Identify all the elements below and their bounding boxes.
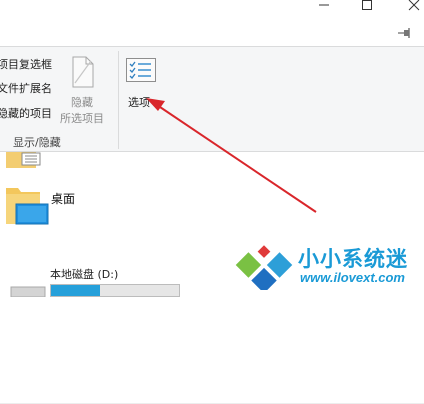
title-bar (0, 0, 424, 20)
minimize-icon (319, 4, 329, 6)
close-button[interactable] (404, 0, 424, 12)
drive-usage-bar (50, 284, 180, 297)
minimize-button[interactable] (314, 0, 334, 12)
desktop-label: 桌面 (51, 192, 76, 206)
options-checklist-icon (126, 58, 156, 82)
watermark-url: www.ilovext.com (300, 270, 405, 285)
hidden-items-option[interactable]: 隐藏的项目 (0, 107, 52, 121)
pin-ribbon-icon[interactable] (398, 28, 412, 38)
close-icon (408, 0, 420, 11)
hide-label-line1: 隐藏 (71, 96, 93, 109)
watermark-logo-icon (235, 238, 293, 290)
show-hide-group-label: 显示/隐藏 (13, 136, 61, 149)
folder-icon (6, 152, 41, 168)
file-extensions-option[interactable]: 文件扩展名 (0, 82, 52, 96)
options-label: 选项 (128, 96, 150, 109)
hide-label-line2: 所选项目 (60, 112, 104, 125)
watermark-text: 小小系统迷 (298, 248, 408, 271)
hidden-items-label: 隐藏的项目 (0, 107, 52, 120)
maximize-button[interactable] (357, 0, 377, 12)
ribbon-tab-row: ? (0, 20, 424, 61)
maximize-icon (362, 0, 372, 10)
file-extensions-label: 文件扩展名 (0, 82, 52, 95)
drive-usage-fill (51, 285, 100, 296)
drive-icon (10, 286, 46, 297)
desktop-folder-icon (6, 188, 49, 225)
item-checkboxes-option[interactable]: 项目复选框 (0, 58, 52, 72)
hide-document-icon (72, 56, 94, 88)
drive-label: 本地磁盘 (D:) (50, 268, 119, 281)
ribbon-view-panel: 项目复选框 文件扩展名 隐藏的项目 隐藏 所选项目 选项 显示/隐藏 (0, 46, 424, 152)
item-checkboxes-label: 项目复选框 (0, 58, 52, 71)
hide-selected-items-button[interactable]: 隐藏 所选项目 (60, 53, 114, 129)
ribbon-group-separator (118, 51, 119, 149)
options-button[interactable]: 选项 (122, 53, 164, 113)
desktop-item[interactable]: 桌面 (2, 182, 102, 230)
